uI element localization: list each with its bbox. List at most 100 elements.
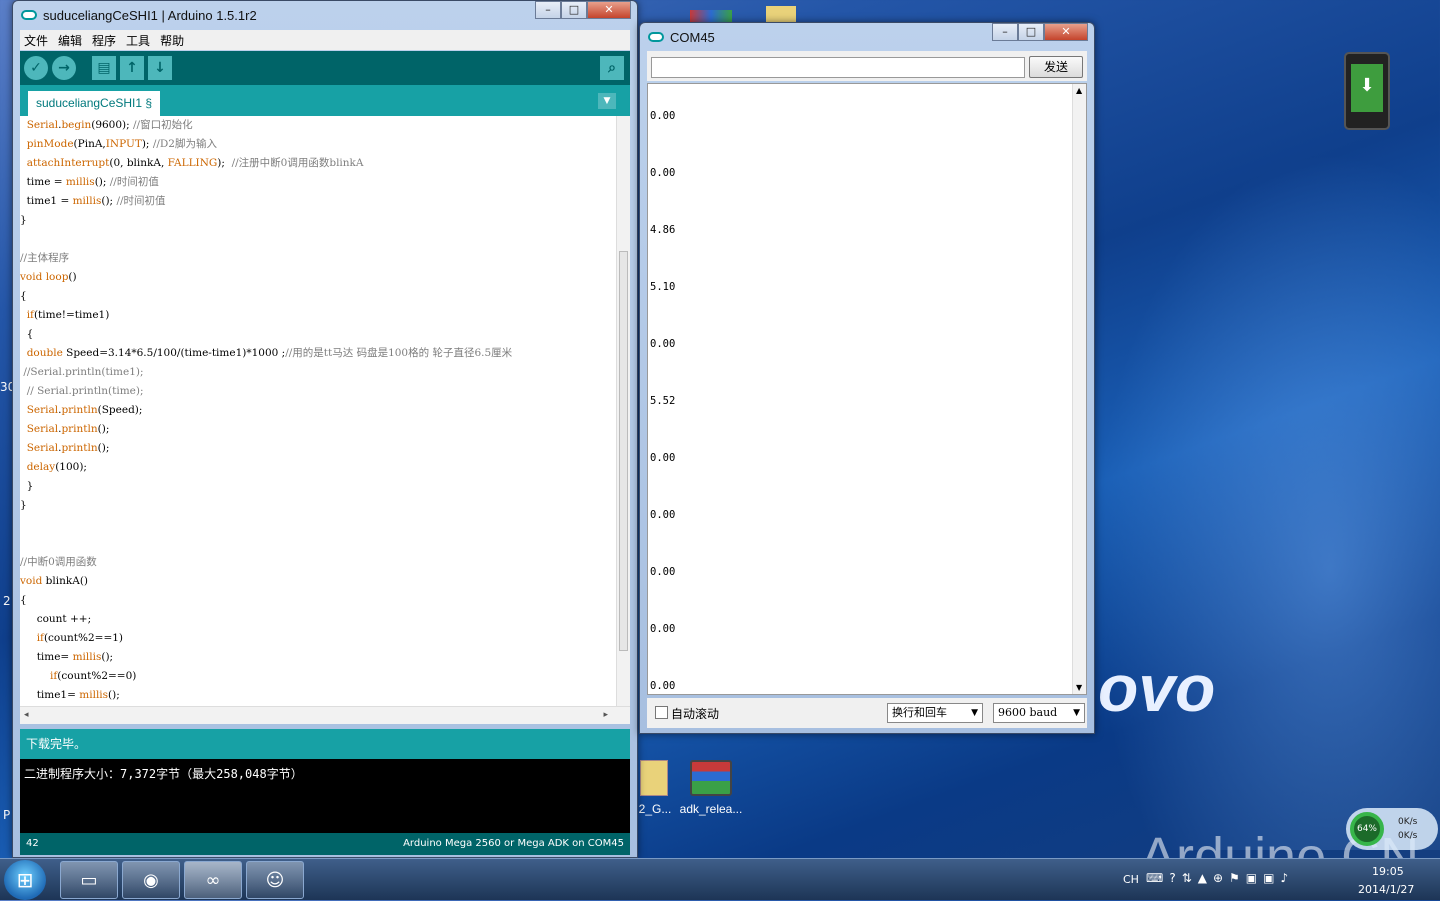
minimize-button[interactable]: – xyxy=(535,1,561,19)
code-line[interactable]: //Serial.println(time1); xyxy=(20,363,630,382)
serial-output-line: 0.00 xyxy=(650,452,676,464)
app-icon: ☺ xyxy=(265,870,285,891)
code-line[interactable]: // Serial.println(time); xyxy=(20,382,630,401)
code-line[interactable]: count ++; xyxy=(20,610,630,629)
code-line[interactable]: { xyxy=(20,591,630,610)
code-line[interactable]: //主体程序 xyxy=(20,249,630,268)
taskbar-explorer[interactable]: ▭ xyxy=(60,861,118,899)
code-line[interactable]: { xyxy=(20,287,630,306)
edge-digit-3: P xyxy=(3,808,11,822)
menu-file[interactable]: 文件 xyxy=(24,32,48,49)
menu-tools[interactable]: 工具 xyxy=(126,32,150,49)
code-line[interactable]: } xyxy=(20,211,630,230)
code-line[interactable]: //中断0调用函数 xyxy=(20,553,630,572)
open-button[interactable]: ↑ xyxy=(120,56,144,80)
code-line[interactable]: time= millis(); xyxy=(20,648,630,667)
menu-edit[interactable]: 编辑 xyxy=(58,32,82,49)
wallpaper-logo: ovo xyxy=(1098,651,1216,725)
menu-sketch[interactable]: 程序 xyxy=(92,32,116,49)
code-line[interactable]: if(time!=time1) xyxy=(20,306,630,325)
desktop-icon-label: adk_relea... xyxy=(679,802,743,816)
code-line[interactable]: Serial.println(); xyxy=(20,439,630,458)
code-line[interactable]: if(count%2==0) xyxy=(20,667,630,686)
verify-button[interactable]: ✓ xyxy=(24,56,48,80)
system-tray: CH ⌨?⇅▲⊕⚑▣▣♪ 19:05 2014/1/27 xyxy=(1120,859,1440,901)
board-info: Arduino Mega 2560 or Mega ADK on COM45 xyxy=(403,838,624,849)
code-text[interactable]: Serial.begin(9600); //窗口初始化 pinMode(PinA… xyxy=(20,116,630,705)
wallpaper-glow xyxy=(1090,150,1440,850)
tab-sketch[interactable]: suduceliangCeSHI1 § xyxy=(28,91,161,116)
network-speed-gadget[interactable]: 64% 0K/s 0K/s xyxy=(1346,808,1438,850)
code-line[interactable]: } xyxy=(20,496,630,515)
autoscroll-checkbox[interactable] xyxy=(655,706,668,719)
serial-output[interactable]: 0.00 0.00 4.86 5.10 0.00 5.52 0.00 0.00 0.00 0.00… xyxy=(647,83,1087,695)
serial-monitor-button[interactable]: ⌕ xyxy=(600,56,624,80)
autoscroll-label[interactable]: 自动滚动 xyxy=(671,705,719,722)
code-line[interactable]: attachInterrupt(0, blinkA, FALLING); //注… xyxy=(20,154,630,173)
code-line[interactable]: void blinkA() xyxy=(20,572,630,591)
serial-output-line: 0.00 xyxy=(650,110,676,122)
maximize-button[interactable]: □ xyxy=(561,1,587,19)
folder-icon: ▭ xyxy=(80,870,98,891)
taskbar-app[interactable]: ☺ xyxy=(246,861,304,899)
serial-monitor-window: COM45 – □ ✕ 发送 0.00 0.00 4.86 5.10 0.00 5.52 0… xyxy=(639,22,1095,734)
serial-output-line: 5.10 xyxy=(650,281,676,293)
baud-rate-select[interactable]: 9600 baud ▼ xyxy=(993,703,1085,723)
code-line[interactable]: delay(100); xyxy=(20,458,630,477)
language-indicator[interactable]: CH xyxy=(1123,873,1139,886)
new-file-button[interactable]: ▤ xyxy=(92,56,116,80)
code-line[interactable]: time1= millis(); xyxy=(20,686,630,705)
code-line[interactable] xyxy=(20,230,630,249)
scrollbar-thumb[interactable] xyxy=(619,251,628,651)
download-speed: 0K/s xyxy=(1398,831,1418,841)
menu-help[interactable]: 帮助 xyxy=(160,32,184,49)
ide-window-title: suduceliangCeSHI1 | Arduino 1.5.1r2 xyxy=(43,7,257,23)
upload-button[interactable]: → xyxy=(52,56,76,80)
code-line[interactable]: if(count%2==1) xyxy=(20,629,630,648)
code-line[interactable]: time = millis(); //时间初值 xyxy=(20,173,630,192)
line-number: 42 xyxy=(26,838,39,849)
tab-menu-button[interactable]: ▼ xyxy=(598,93,616,109)
serial-options-row: 自动滚动 换行和回车 ▼ 9600 baud ▼ xyxy=(647,698,1087,728)
phone-gadget[interactable]: ⬇ xyxy=(1344,52,1390,130)
taskbar-arduino[interactable]: ∞ xyxy=(184,861,242,899)
code-line[interactable]: Serial.println(Speed); xyxy=(20,401,630,420)
code-line[interactable]: } xyxy=(20,477,630,496)
serial-input[interactable] xyxy=(651,57,1025,78)
maximize-button[interactable]: □ xyxy=(1018,23,1044,41)
taskbar-browser[interactable]: ◉ xyxy=(122,861,180,899)
code-line[interactable]: time1 = millis(); //时间初值 xyxy=(20,192,630,211)
close-button[interactable]: ✕ xyxy=(587,1,631,19)
clock-time[interactable]: 19:05 xyxy=(1372,865,1404,878)
send-button[interactable]: 发送 xyxy=(1029,56,1083,78)
save-button[interactable]: ↓ xyxy=(148,56,172,80)
close-button[interactable]: ✕ xyxy=(1044,23,1088,41)
upload-speed: 0K/s xyxy=(1398,817,1418,827)
code-line[interactable]: { xyxy=(20,325,630,344)
clock-date[interactable]: 2014/1/27 xyxy=(1358,883,1414,896)
code-line[interactable]: Serial.begin(9600); //窗口初始化 xyxy=(20,116,630,135)
serial-output-line: 0.00 xyxy=(650,680,676,692)
editor-horizontal-scrollbar[interactable]: ◂ ▸ xyxy=(20,706,630,724)
ide-footer: 42 Arduino Mega 2560 or Mega ADK on COM4… xyxy=(20,833,630,855)
code-line[interactable]: void loop() xyxy=(20,268,630,287)
code-editor[interactable]: Serial.begin(9600); //窗口初始化 pinMode(PinA… xyxy=(20,116,630,706)
start-button[interactable]: ⊞ xyxy=(4,860,46,900)
code-line[interactable]: double Speed=3.14*6.5/100/(time-time1)*1… xyxy=(20,344,630,363)
code-line[interactable] xyxy=(20,515,630,534)
ide-toolbar: ✓ → ▤ ↑ ↓ ⌕ xyxy=(20,51,630,85)
code-line[interactable] xyxy=(20,534,630,553)
tray-icons[interactable]: ⌨?⇅▲⊕⚑▣▣♪ xyxy=(1146,871,1294,885)
minimize-button[interactable]: – xyxy=(992,23,1018,41)
serial-vertical-scrollbar[interactable]: ▲ ▼ xyxy=(1072,84,1086,694)
editor-vertical-scrollbar[interactable] xyxy=(616,116,630,706)
code-line[interactable]: Serial.println(); xyxy=(20,420,630,439)
desktop-icon-adk-release[interactable]: adk_relea... xyxy=(676,760,746,816)
download-icon: ⬇ xyxy=(1351,64,1383,112)
taskbar: ⊞ ▭ ◉ ∞ ☺ CH ⌨?⇅▲⊕⚑▣▣♪ 19:05 2014/1/27 xyxy=(0,858,1440,900)
code-line[interactable]: pinMode(PinA,INPUT); //D2脚为输入 xyxy=(20,135,630,154)
line-ending-select[interactable]: 换行和回车 ▼ xyxy=(887,703,983,723)
serial-input-row: 发送 xyxy=(647,51,1087,81)
serial-output-line: 0.00 xyxy=(650,623,676,635)
arduino-logo-icon xyxy=(21,10,37,20)
